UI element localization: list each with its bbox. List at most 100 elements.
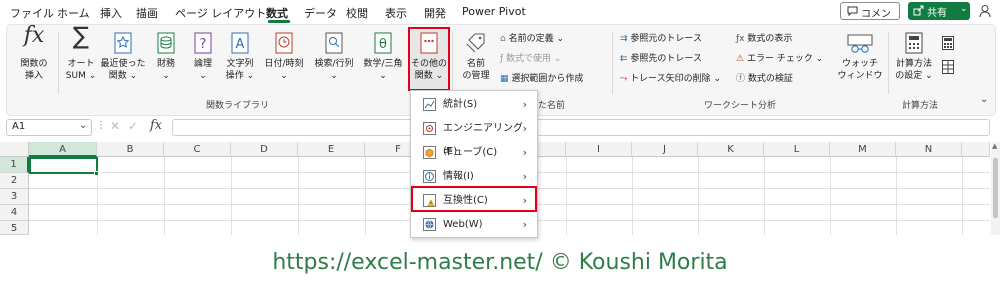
error-check-button[interactable]: ⚠ エラー チェック ⌄ <box>736 53 823 65</box>
active-cell-a1[interactable] <box>29 157 98 174</box>
group-separator <box>888 32 889 94</box>
enter-icon[interactable]: ✓ <box>128 119 138 133</box>
selection-grid-icon: ▦ <box>500 74 509 84</box>
autosum-button[interactable]: ∑ オート SUM ⌄ <box>62 24 100 90</box>
recently-used-button[interactable]: 最近使った 関数 ⌄ <box>100 30 146 90</box>
text-button[interactable]: A 文字列 操作 ⌄ <box>221 30 259 90</box>
show-formulas-icon: ƒx <box>736 34 745 44</box>
column-header[interactable]: E <box>298 142 365 157</box>
show-formulas-button[interactable]: ƒx 数式の表示 <box>736 33 792 45</box>
tab-draw[interactable]: 描画 <box>136 5 158 21</box>
highlight-compatibility <box>411 186 537 212</box>
row-header[interactable]: 2 <box>0 173 29 189</box>
calculate-now-icon[interactable] <box>942 36 954 50</box>
column-header[interactable]: I <box>566 142 632 157</box>
name-manager-label: 名前 の管理 <box>462 59 490 81</box>
chevron-down-icon: ⌄ <box>960 4 968 14</box>
tab-review[interactable]: 校閲 <box>346 5 368 21</box>
vertical-scrollbar[interactable]: ▲ <box>991 142 1000 235</box>
lookup-button[interactable]: 検索/行列 ⌄ <box>310 30 358 90</box>
fill-handle[interactable] <box>94 171 99 176</box>
remove-arrows-button[interactable]: ⤳ トレース矢印の削除 ⌄ <box>620 73 721 85</box>
menu-item-web[interactable]: Web(W) › <box>411 213 537 236</box>
tab-home[interactable]: ホーム <box>57 5 90 21</box>
row-header[interactable]: 3 <box>0 189 29 205</box>
collapse-ribbon-icon[interactable]: ⌄ <box>980 94 988 105</box>
tab-power-pivot[interactable]: Power Pivot <box>462 5 526 18</box>
column-header[interactable]: B <box>97 142 164 157</box>
column-header[interactable]: K <box>698 142 764 157</box>
row-header[interactable]: 1 <box>0 157 29 173</box>
tab-view[interactable]: 表示 <box>385 5 407 21</box>
row-header[interactable]: 4 <box>0 205 29 221</box>
name-box[interactable]: A1 ⌄ <box>6 119 92 136</box>
menu-item-label: 情報(I) <box>443 171 474 182</box>
select-all-corner[interactable] <box>0 142 29 157</box>
menu-item-statistics[interactable]: 統計(S) › <box>411 93 537 116</box>
error-check-icon: ⚠ <box>736 54 745 64</box>
grid-line <box>896 157 897 235</box>
evaluate-formula-label: 数式の検証 <box>747 74 793 84</box>
column-header[interactable]: L <box>764 142 830 157</box>
remove-arrows-label: トレース矢印の削除 ⌄ <box>630 74 722 84</box>
financial-label: 財務 ⌄ <box>156 59 175 81</box>
grid-line <box>698 157 699 235</box>
column-header[interactable]: M <box>830 142 896 157</box>
scrollbar-thumb[interactable] <box>993 158 998 218</box>
clock-book-icon <box>275 32 293 54</box>
scroll-up-icon[interactable]: ▲ <box>992 142 997 150</box>
menu-item-information[interactable]: 情報(I) › <box>411 165 537 188</box>
tab-formulas[interactable]: 数式 <box>266 5 288 21</box>
insert-function-small-icon[interactable]: fx <box>150 118 162 133</box>
svg-text:A: A <box>236 37 245 52</box>
trace-precedents-label: 参照元のトレース <box>630 34 702 44</box>
column-header[interactable]: A <box>29 142 97 157</box>
column-header-partial[interactable] <box>962 142 990 157</box>
share-icon <box>913 5 924 16</box>
name-manager-button[interactable]: 名前 の管理 <box>456 30 496 90</box>
menu-item-engineering[interactable]: エンジニアリング(E) › <box>411 117 537 157</box>
fx-icon: fx <box>23 23 45 48</box>
column-header[interactable]: D <box>231 142 298 157</box>
define-name-button[interactable]: ⌂ 名前の定義 ⌄ <box>500 33 564 45</box>
grid-line <box>632 157 633 235</box>
column-header[interactable]: C <box>164 142 231 157</box>
formula-input[interactable] <box>172 119 990 136</box>
financial-button[interactable]: 財務 ⌄ <box>148 30 184 90</box>
search-book-icon <box>325 32 343 54</box>
evaluate-formula-button[interactable]: ⓕ 数式の検証 <box>736 73 793 85</box>
group-label-library: 関数ライブラリ <box>206 101 270 111</box>
datetime-button[interactable]: 日付/時刻 ⌄ <box>260 30 308 90</box>
math-button[interactable]: θ 数学/三角 ⌄ <box>360 30 406 90</box>
tab-developer[interactable]: 開発 <box>424 5 446 21</box>
person-icon[interactable] <box>978 4 992 18</box>
comment-button[interactable]: コメント <box>840 2 900 35</box>
question-book-icon: ? <box>194 32 212 54</box>
share-button[interactable]: 共有 ⌄ <box>908 2 970 20</box>
trace-precedents-button[interactable]: ⇉ 参照元のトレース <box>620 33 702 45</box>
chevron-right-icon: › <box>522 146 527 159</box>
show-formulas-label: 数式の表示 <box>747 34 793 44</box>
row-header[interactable]: 5 <box>0 221 29 235</box>
tab-page-layout[interactable]: ページ レイアウト <box>175 5 266 21</box>
calculate-sheet-icon[interactable] <box>942 60 954 74</box>
web-icon <box>423 218 436 231</box>
tab-insert[interactable]: 挿入 <box>100 5 122 21</box>
grid-line <box>566 157 567 235</box>
column-header[interactable]: N <box>896 142 962 157</box>
insert-function-button[interactable]: fx 関数の 挿入 <box>12 23 56 90</box>
menu-item-cube[interactable]: キューブ(C) › <box>411 141 537 164</box>
tab-file[interactable]: ファイル <box>10 5 54 21</box>
engineering-icon <box>423 122 436 135</box>
column-header[interactable]: J <box>632 142 698 157</box>
cancel-icon[interactable]: ✕ <box>110 119 120 133</box>
create-from-selection-label: 選択範囲から作成 <box>511 74 584 84</box>
calculation-options-button[interactable]: 計算方法 の設定 ⌄ <box>892 30 936 90</box>
create-from-selection-button[interactable]: ▦ 選択範囲から作成 <box>500 73 583 85</box>
logical-button[interactable]: ? 論理 ⌄ <box>186 30 220 90</box>
tab-data[interactable]: データ <box>304 5 337 21</box>
cube-icon <box>423 146 436 159</box>
watch-window-label: ウォッチ ウィンドウ <box>837 59 883 81</box>
watch-window-button[interactable]: ウォッチ ウィンドウ <box>836 30 884 90</box>
trace-dependents-button[interactable]: ⇇ 参照先のトレース <box>620 53 702 65</box>
